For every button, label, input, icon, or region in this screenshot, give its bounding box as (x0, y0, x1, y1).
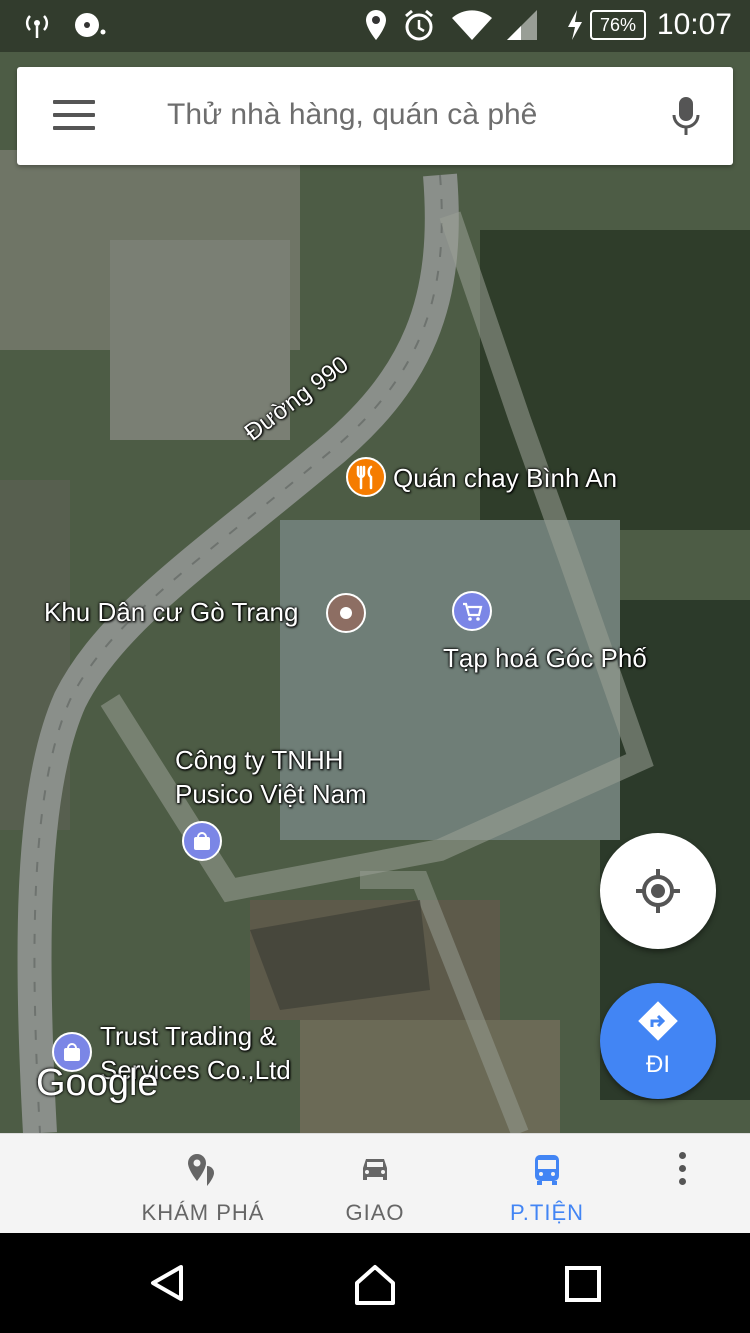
location-icon (366, 10, 386, 40)
wifi-icon (452, 10, 492, 40)
tab-label: P.TIỆN (509, 1200, 585, 1225)
charging-bolt-icon (568, 10, 582, 40)
google-logo: Google (36, 1062, 159, 1104)
explore-pin-icon (188, 1154, 214, 1186)
bottom-navigation: KHÁM PHÁ GIAO P.TIỆN (0, 1133, 750, 1234)
signal-icon (507, 10, 537, 40)
map-imagery (0, 0, 750, 1133)
tab-label: GIAO (345, 1200, 405, 1225)
place-pin-icon[interactable] (326, 593, 366, 633)
car-icon (363, 1159, 387, 1180)
satellite-map[interactable]: Đường 990 Quán chay Bình An Khu Dân cư G… (0, 0, 750, 1133)
go-label: ĐI (646, 1051, 670, 1078)
status-bar: 76% 10:07 (0, 0, 750, 52)
more-options-icon[interactable] (672, 1152, 692, 1192)
poi-label-restaurant[interactable]: Quán chay Bình An (393, 462, 617, 494)
tab-explore[interactable]: KHÁM PHÁ (103, 1134, 303, 1234)
search-bar[interactable]: Thử nhà hàng, quán cà phê (17, 67, 733, 165)
back-icon[interactable] (147, 1263, 187, 1303)
directions-go-button[interactable]: ĐI (600, 983, 716, 1099)
media-disc-icon (75, 13, 106, 37)
my-location-button[interactable] (600, 833, 716, 949)
directions-icon (638, 1001, 678, 1041)
tab-label: KHÁM PHÁ (141, 1200, 265, 1225)
battery-indicator: 76% (590, 10, 646, 40)
poi-label-trust-line1[interactable]: Trust Trading & (100, 1020, 277, 1052)
hamburger-menu-icon[interactable] (53, 100, 95, 132)
shop-bag-pin-icon[interactable] (182, 821, 222, 861)
poi-label-grocery[interactable]: Tạp hoá Góc Phố (443, 642, 647, 674)
system-navigation-bar (0, 1233, 750, 1333)
clock: 10:07 (656, 8, 732, 41)
alarm-icon (405, 9, 433, 41)
bus-icon (535, 1155, 559, 1185)
poi-label-residential[interactable]: Khu Dân cư Gò Trang (44, 596, 298, 628)
hotspot-icon (25, 15, 49, 38)
recents-icon[interactable] (564, 1265, 602, 1303)
poi-label-company-line2[interactable]: Pusico Việt Nam (175, 778, 367, 810)
restaurant-pin-icon[interactable] (346, 457, 386, 497)
search-input[interactable]: Thử nhà hàng, quán cà phê (167, 98, 537, 132)
tab-transit[interactable]: P.TIỆN (447, 1134, 647, 1234)
home-icon[interactable] (353, 1263, 397, 1307)
crosshair-icon (636, 869, 680, 913)
microphone-icon[interactable] (669, 95, 703, 139)
shop-cart-pin-icon[interactable] (452, 591, 492, 631)
tab-traffic[interactable]: GIAO (275, 1134, 475, 1234)
poi-label-company-line1[interactable]: Công ty TNHH (175, 744, 344, 776)
